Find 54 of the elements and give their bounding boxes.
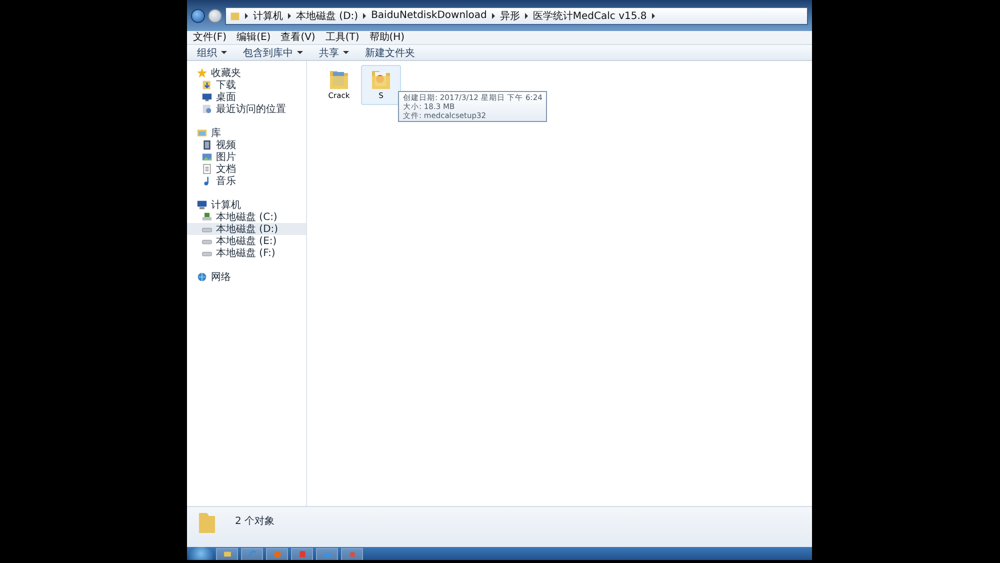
nav-pane-group[interactable]: 网络 [187, 271, 306, 283]
nav-pane-item[interactable]: 本地磁盘 (F:) [187, 247, 306, 259]
nav-pane-group[interactable]: 库 [187, 127, 306, 139]
picture-icon [202, 152, 212, 162]
star-icon [197, 68, 207, 78]
menu-item[interactable]: 工具(T) [325, 31, 360, 44]
taskbar-button[interactable] [241, 548, 263, 560]
video-icon [202, 140, 212, 150]
breadcrumb[interactable]: 医学统计MedCalc v15.8 [532, 8, 647, 22]
menu-item[interactable]: 文件(F) [193, 31, 227, 44]
menu-item[interactable]: 帮助(H) [369, 31, 405, 44]
computer-icon [197, 200, 207, 210]
nav-pane-item[interactable]: 本地磁盘 (C:) [187, 211, 306, 223]
breadcrumb[interactable]: 本地磁盘 (D:) [296, 8, 358, 22]
nav-pane-item[interactable]: 桌面 [187, 91, 306, 103]
back-button[interactable] [191, 8, 205, 22]
menu-item[interactable]: 编辑(E) [236, 31, 271, 44]
document-icon [202, 164, 212, 174]
download-icon [202, 80, 212, 90]
nav-pane-item[interactable]: 图片 [187, 151, 306, 163]
nav-pane-group[interactable]: 收藏夹 [187, 67, 306, 79]
toolbar-button[interactable]: 共享 [319, 46, 349, 60]
folder-icon [230, 10, 240, 20]
toolbar-button[interactable]: 新建文件夹 [365, 46, 415, 60]
toolbar-button[interactable]: 包含到库中 [243, 46, 303, 60]
nav-pane-item[interactable]: 视频 [187, 139, 306, 151]
recent-icon [202, 104, 212, 114]
forward-button[interactable] [208, 8, 222, 22]
library-icon [197, 128, 207, 138]
taskbar-button[interactable] [316, 548, 338, 560]
folder-icon [197, 511, 217, 535]
nav-pane-item[interactable]: 本地磁盘 (E:) [187, 235, 306, 247]
nav-pane-group[interactable]: 计算机 [187, 199, 306, 211]
taskbar-button[interactable] [216, 548, 238, 560]
address-bar[interactable]: 计算机 本地磁盘 (D:) BaiduNetdiskDownload 异形 医学统计MedCalc v15.8 [225, 6, 808, 24]
toolbar-button[interactable]: 组织 [197, 46, 227, 60]
start-button[interactable] [189, 547, 213, 560]
nav-pane-item[interactable]: 文档 [187, 163, 306, 175]
breadcrumb[interactable]: 异形 [500, 8, 520, 22]
taskbar-button[interactable] [266, 548, 288, 560]
taskbar-button[interactable] [291, 548, 313, 560]
breadcrumb[interactable]: BaiduNetdiskDownload [371, 10, 487, 21]
menu-item[interactable]: 查看(V) [280, 31, 316, 44]
nav-pane-item[interactable]: 本地磁盘 (D:) [187, 223, 306, 235]
system-drive-icon [202, 212, 212, 222]
nav-pane-item[interactable]: 音乐 [187, 175, 306, 187]
app-icon [296, 549, 308, 560]
taskbar-button[interactable] [341, 548, 363, 560]
nav-pane-item[interactable]: 下载 [187, 79, 306, 91]
breadcrumb[interactable]: 计算机 [253, 8, 283, 22]
item-count: 2 个对象 [235, 514, 275, 528]
network-icon [197, 272, 207, 282]
desktop-icon [202, 92, 212, 102]
nav-pane-item[interactable]: 最近访问的位置 [187, 103, 306, 115]
